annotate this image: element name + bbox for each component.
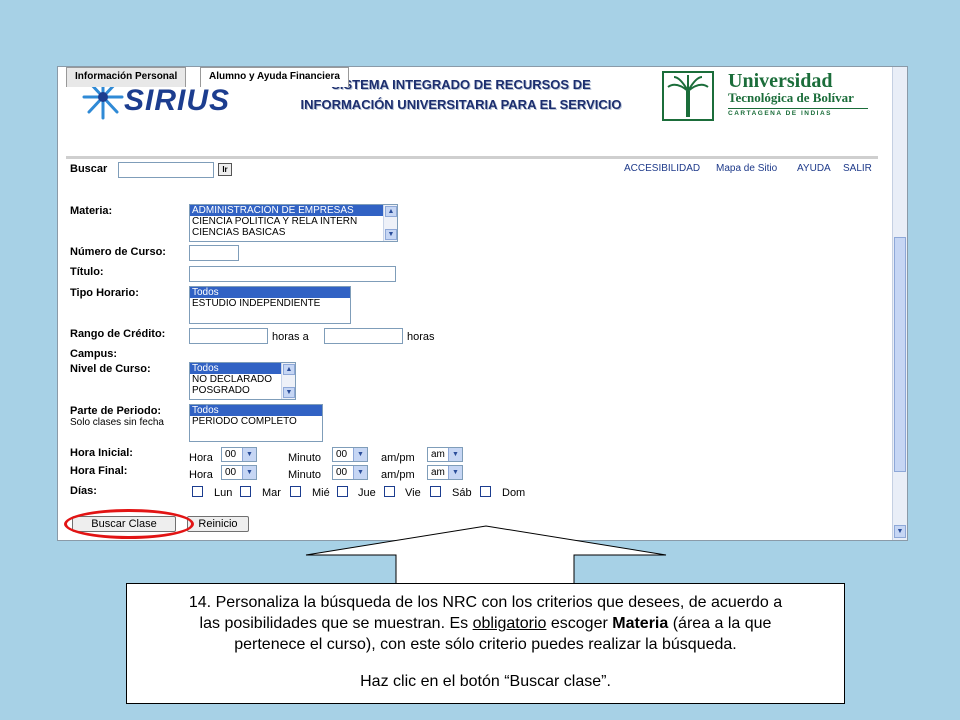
instruction-callout: 14. Personaliza la búsqueda de los NRC c… (126, 583, 845, 704)
